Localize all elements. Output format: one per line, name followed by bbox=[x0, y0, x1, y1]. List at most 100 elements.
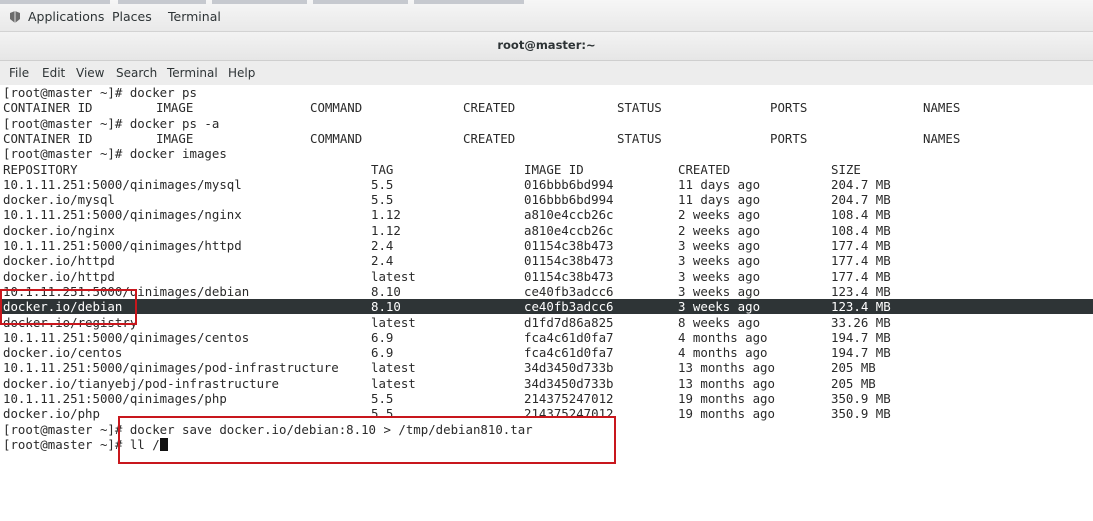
size-cell: 194.7 MB bbox=[831, 329, 891, 345]
header-cell: REPOSITORY bbox=[3, 161, 78, 177]
repository-cell: docker.io/nginx bbox=[3, 222, 115, 238]
image-id-cell: 01154c38b473 bbox=[524, 268, 614, 284]
repository-cell: 10.1.11.251:5000/qinimages/mysql bbox=[3, 176, 242, 192]
image-id-cell: d1fd7d86a825 bbox=[524, 314, 614, 330]
tag-cell: 6.9 bbox=[371, 329, 394, 345]
created-cell: 3 weeks ago bbox=[678, 268, 761, 284]
created-cell: 2 weeks ago bbox=[678, 207, 761, 223]
tag-cell: 8.10 bbox=[371, 283, 401, 299]
image-id-cell: 34d3450d733b bbox=[524, 360, 614, 376]
image-id-cell: 34d3450d733b bbox=[524, 375, 614, 391]
image-id-cell: 016bbb6bd994 bbox=[524, 192, 614, 208]
menu-terminal[interactable]: Terminal bbox=[167, 66, 218, 80]
menu-view[interactable]: View bbox=[76, 66, 104, 80]
image-id-cell: 214375247012 bbox=[524, 391, 614, 406]
header-cell: CONTAINER ID bbox=[3, 130, 93, 146]
image-id-cell: ce40fb3adcc6 bbox=[524, 283, 614, 299]
image-row: docker.io/httpd 2.4 01154c38b473 3 weeks ag… bbox=[0, 253, 1093, 268]
top-panel: Applications Places Terminal bbox=[0, 0, 1093, 32]
tag-cell: 5.5 bbox=[371, 176, 394, 192]
created-cell: 13 months ago bbox=[678, 360, 775, 376]
tag-cell: 1.12 bbox=[371, 222, 401, 238]
terminal-output[interactable]: [root@master ~]# docker ps CONTAINER ID … bbox=[0, 85, 1093, 521]
command-text: [root@master ~]# docker images bbox=[3, 146, 227, 162]
tag-cell: latest bbox=[371, 268, 416, 284]
terminal-line: [root@master ~]# docker ps bbox=[0, 85, 1093, 100]
image-row-selected: docker.io/debian 8.10 ce40fb3adcc6 3 weeks … bbox=[0, 299, 1093, 315]
header-cell: COMMAND bbox=[310, 100, 363, 116]
created-cell: 4 months ago bbox=[678, 329, 768, 345]
menu-help[interactable]: Help bbox=[228, 66, 255, 80]
header-cell: IMAGE ID bbox=[524, 161, 584, 177]
size-cell: 177.4 MB bbox=[831, 253, 891, 269]
window-title: root@master:~ bbox=[497, 38, 596, 52]
window-titlebar[interactable]: root@master:~ bbox=[0, 32, 1093, 61]
command-text: [root@master ~]# docker ps -a bbox=[3, 115, 220, 131]
menu-edit[interactable]: Edit bbox=[42, 66, 65, 80]
created-cell: 11 days ago bbox=[678, 176, 761, 192]
tag-cell: 2.4 bbox=[371, 253, 394, 269]
tag-cell: latest bbox=[371, 360, 416, 376]
tag-cell: 5.5 bbox=[371, 192, 394, 208]
image-row: 10.1.11.251:5000/qinimages/php 5.5 2143752… bbox=[0, 391, 1093, 406]
header-cell: STATUS bbox=[617, 100, 662, 116]
image-row: docker.io/httpd latest 01154c38b473 3 weeks… bbox=[0, 269, 1093, 284]
image-id-cell: fca4c61d0fa7 bbox=[524, 345, 614, 361]
created-cell: 11 days ago bbox=[678, 192, 761, 208]
size-cell: 205 MB bbox=[831, 360, 876, 376]
created-cell: 3 weeks ago bbox=[678, 299, 761, 315]
size-cell: 350.9 MB bbox=[831, 406, 891, 422]
created-cell: 3 weeks ago bbox=[678, 238, 761, 253]
size-cell: 33.26 MB bbox=[831, 314, 891, 330]
menu-search[interactable]: Search bbox=[116, 66, 157, 80]
image-row: docker.io/mysql 5.5 016bbb6bd994 11 days ag… bbox=[0, 192, 1093, 207]
header-cell: SIZE bbox=[831, 161, 861, 177]
header-cell: TAG bbox=[371, 161, 394, 177]
repository-cell: 10.1.11.251:5000/qinimages/httpd bbox=[3, 238, 242, 253]
applications-icon bbox=[10, 11, 20, 23]
repository-cell: docker.io/centos bbox=[3, 345, 123, 361]
repository-cell: docker.io/httpd bbox=[3, 253, 115, 269]
image-row: docker.io/nginx 1.12 a810e4ccb26c 2 weeks a… bbox=[0, 223, 1093, 238]
created-cell: 19 months ago bbox=[678, 391, 775, 406]
tab-strip bbox=[0, 0, 540, 4]
tag-cell: latest bbox=[371, 375, 416, 391]
repository-cell: 10.1.11.251:5000/qinimages/pod-infrastru… bbox=[3, 360, 339, 376]
menu-file[interactable]: File bbox=[9, 66, 29, 80]
applications-menu[interactable]: Applications bbox=[28, 9, 104, 24]
image-row: 10.1.11.251:5000/qinimages/pod-infrastru… bbox=[0, 360, 1093, 375]
header-cell: PORTS bbox=[770, 130, 808, 146]
image-id-cell: 016bbb6bd994 bbox=[524, 176, 614, 192]
size-cell: 177.4 MB bbox=[831, 238, 891, 253]
created-cell: 8 weeks ago bbox=[678, 314, 761, 330]
size-cell: 177.4 MB bbox=[831, 268, 891, 284]
image-row: 10.1.11.251:5000/qinimages/debian 8.10 ce4… bbox=[0, 284, 1093, 299]
size-cell: 108.4 MB bbox=[831, 207, 891, 223]
annotation-box bbox=[118, 416, 616, 464]
repository-cell: 10.1.11.251:5000/qinimages/centos bbox=[3, 329, 250, 345]
header-cell: NAMES bbox=[923, 100, 961, 116]
image-id-cell: ce40fb3adcc6 bbox=[524, 299, 614, 315]
header-cell: CREATED bbox=[678, 161, 731, 177]
terminal-line: [root@master ~]# docker images bbox=[0, 146, 1093, 161]
size-cell: 205 MB bbox=[831, 375, 876, 391]
size-cell: 350.9 MB bbox=[831, 391, 891, 406]
image-id-cell: a810e4ccb26c bbox=[524, 207, 614, 223]
tag-cell: 2.4 bbox=[371, 238, 394, 253]
places-menu[interactable]: Places bbox=[112, 9, 152, 24]
header-cell: CREATED bbox=[463, 100, 516, 116]
created-cell: 19 months ago bbox=[678, 406, 775, 422]
command-text: [root@master ~]# docker ps bbox=[3, 85, 197, 100]
terminal-app-menu[interactable]: Terminal bbox=[168, 9, 221, 24]
created-cell: 3 weeks ago bbox=[678, 253, 761, 269]
created-cell: 13 months ago bbox=[678, 375, 775, 391]
repository-cell: 10.1.11.251:5000/qinimages/nginx bbox=[3, 207, 242, 223]
header-cell: NAMES bbox=[923, 130, 961, 146]
header-cell: STATUS bbox=[617, 130, 662, 146]
annotation-box bbox=[0, 289, 137, 325]
size-cell: 123.4 MB bbox=[831, 299, 891, 315]
repository-cell: docker.io/tianyebj/pod-infrastructure bbox=[3, 375, 280, 391]
repository-cell: docker.io/httpd bbox=[3, 268, 115, 284]
menu-bar: File Edit View Search Terminal Help bbox=[0, 61, 1093, 86]
image-id-cell: a810e4ccb26c bbox=[524, 222, 614, 238]
